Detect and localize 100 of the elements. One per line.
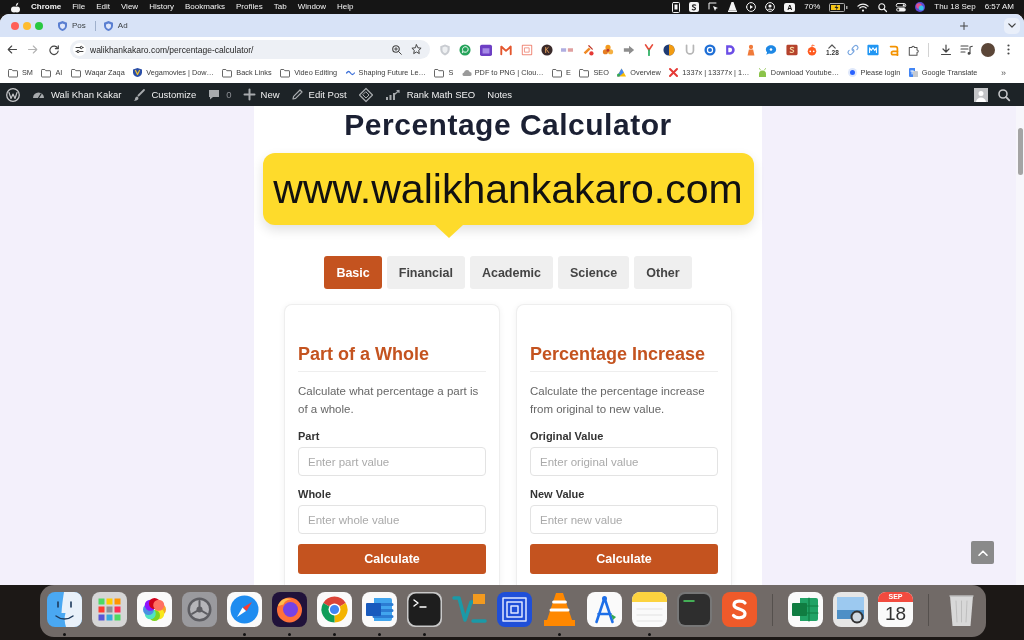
menu-bar-date[interactable]: Thu 18 Sep xyxy=(934,0,976,14)
curve-tile-icon[interactable] xyxy=(722,592,757,627)
plus-icon[interactable] xyxy=(960,21,968,30)
card-description: Calculate what percentage a part is of a whole. xyxy=(298,384,480,417)
chevron-up-icon xyxy=(977,549,988,556)
scroll-to-top-button[interactable] xyxy=(971,541,994,564)
menu-item[interactable]: Profiles xyxy=(236,0,263,14)
chevron-down-icon xyxy=(1008,23,1016,28)
admin-bar-link[interactable]: New xyxy=(243,89,280,100)
tool-icon[interactable] xyxy=(581,43,594,56)
selection-icon[interactable] xyxy=(708,2,720,12)
menu-item[interactable]: History xyxy=(149,0,174,14)
number-input[interactable]: Enter new value xyxy=(530,505,718,534)
orb-icon[interactable] xyxy=(915,2,926,12)
drafting-compass-icon[interactable] xyxy=(587,592,622,627)
traffic-cone-icon[interactable] xyxy=(728,2,738,12)
menu-item[interactable]: View xyxy=(120,0,139,14)
category-tab[interactable]: Other xyxy=(634,256,692,289)
menu-item[interactable]: Tab xyxy=(273,0,287,14)
ring-tile-icon[interactable] xyxy=(272,592,307,627)
number-input[interactable]: Enter part value xyxy=(298,447,486,476)
number-input[interactable]: Enter original value xyxy=(530,447,718,476)
square-tile-icon[interactable] xyxy=(479,43,492,56)
fork-icon[interactable] xyxy=(642,43,655,56)
admin-bar-link[interactable]: Notes xyxy=(487,89,513,100)
admin-bar-link[interactable]: Edit Post xyxy=(291,89,347,100)
chat-icon[interactable] xyxy=(459,43,472,56)
browser-tab[interactable]: Ad xyxy=(98,16,134,35)
app-tile-icon[interactable] xyxy=(689,2,700,12)
screen-tile-icon[interactable] xyxy=(677,592,712,627)
notepad-icon[interactable] xyxy=(632,592,667,627)
calendar-day: 18 xyxy=(884,602,907,626)
admin-bar-link[interactable]: Wali Khan Kakar xyxy=(32,89,122,100)
wp-logo-icon[interactable] xyxy=(6,87,20,102)
flower-tile-icon[interactable] xyxy=(137,592,172,627)
flower-icon[interactable] xyxy=(602,43,615,56)
admin-bar-link[interactable]: Rank Math SEO xyxy=(384,88,476,101)
sliders-icon[interactable] xyxy=(73,43,86,56)
menu-bar-time[interactable]: 6:57 AM xyxy=(984,0,1014,14)
star-icon[interactable] xyxy=(411,44,422,55)
concentric-squares-icon[interactable] xyxy=(497,592,532,627)
app-grid-icon[interactable] xyxy=(92,592,127,627)
caret-up-icon[interactable] xyxy=(828,43,837,49)
menu-item[interactable]: Help xyxy=(337,0,354,14)
ring-icon[interactable] xyxy=(704,43,717,56)
speech-bubble-icon[interactable] xyxy=(765,43,778,56)
robot-face-icon[interactable] xyxy=(806,43,819,56)
menu-item[interactable]: Window xyxy=(297,0,327,14)
avatar-icon[interactable] xyxy=(974,87,988,102)
app-menu[interactable]: Chrome xyxy=(31,0,62,14)
wifi-icon[interactable] xyxy=(857,2,870,12)
number-input[interactable]: Enter whole value xyxy=(298,505,486,534)
terminal-icon[interactable] xyxy=(407,592,442,627)
arrow-icon[interactable] xyxy=(622,43,635,56)
category-tab[interactable]: Financial xyxy=(386,256,465,289)
control-center-icon[interactable] xyxy=(896,2,907,12)
plus-icon xyxy=(243,89,255,100)
play-icon[interactable] xyxy=(746,2,757,12)
wave-tile-icon[interactable] xyxy=(867,43,880,56)
apple-icon[interactable] xyxy=(11,1,20,13)
menu-item[interactable]: Bookmarks xyxy=(185,0,226,14)
phone-icon[interactable] xyxy=(672,1,681,13)
calculate-button[interactable]: Calculate xyxy=(530,544,718,574)
category-tab[interactable]: Academic xyxy=(469,256,553,289)
wheel-tile-icon[interactable] xyxy=(182,592,217,627)
category-tab[interactable]: Science xyxy=(558,256,630,289)
avatar-icon[interactable] xyxy=(981,42,995,57)
zigzag-icon[interactable] xyxy=(500,43,513,56)
document-tile-icon[interactable] xyxy=(362,592,397,627)
more-bookmarks-button[interactable]: » xyxy=(1001,67,1006,78)
address-bar[interactable]: walikhankakaro.com/percentage-calculator/ xyxy=(70,40,430,59)
browser-tab[interactable]: Pos xyxy=(53,16,92,35)
curve-tile-icon[interactable] xyxy=(785,43,798,56)
semicircle-icon[interactable] xyxy=(724,43,737,56)
more-icon[interactable] xyxy=(1007,44,1010,55)
download-icon[interactable] xyxy=(940,43,952,56)
reload-icon[interactable] xyxy=(49,44,59,55)
playlist-icon[interactable] xyxy=(960,44,973,55)
puzzle-icon[interactable] xyxy=(908,43,920,56)
admin-bar-link[interactable]: Customize xyxy=(133,88,197,101)
menu-item[interactable]: Edit xyxy=(96,0,110,14)
compass-icon[interactable] xyxy=(227,592,262,627)
calculate-button[interactable]: Calculate xyxy=(298,544,486,574)
folder-icon xyxy=(222,68,233,77)
search-icon[interactable] xyxy=(998,88,1010,101)
photo-loupe-icon[interactable] xyxy=(833,592,868,627)
battery-icon[interactable] xyxy=(829,2,849,12)
zoom-in-icon[interactable] xyxy=(392,44,402,55)
diamond-icon[interactable] xyxy=(358,87,373,102)
admin-bar-link[interactable]: 0 xyxy=(208,89,232,100)
menu-item[interactable]: File xyxy=(72,0,86,14)
smiling-face-icon[interactable] xyxy=(47,592,82,627)
search-icon[interactable] xyxy=(878,2,888,12)
back-icon[interactable] xyxy=(7,45,17,54)
user-icon[interactable] xyxy=(765,2,776,12)
wave-icon xyxy=(345,68,355,77)
category-tab[interactable]: Basic xyxy=(324,256,382,289)
tab-list-button[interactable] xyxy=(1004,17,1020,34)
scrollbar-thumb[interactable] xyxy=(1017,128,1023,175)
spreadsheet-icon[interactable] xyxy=(788,592,823,627)
